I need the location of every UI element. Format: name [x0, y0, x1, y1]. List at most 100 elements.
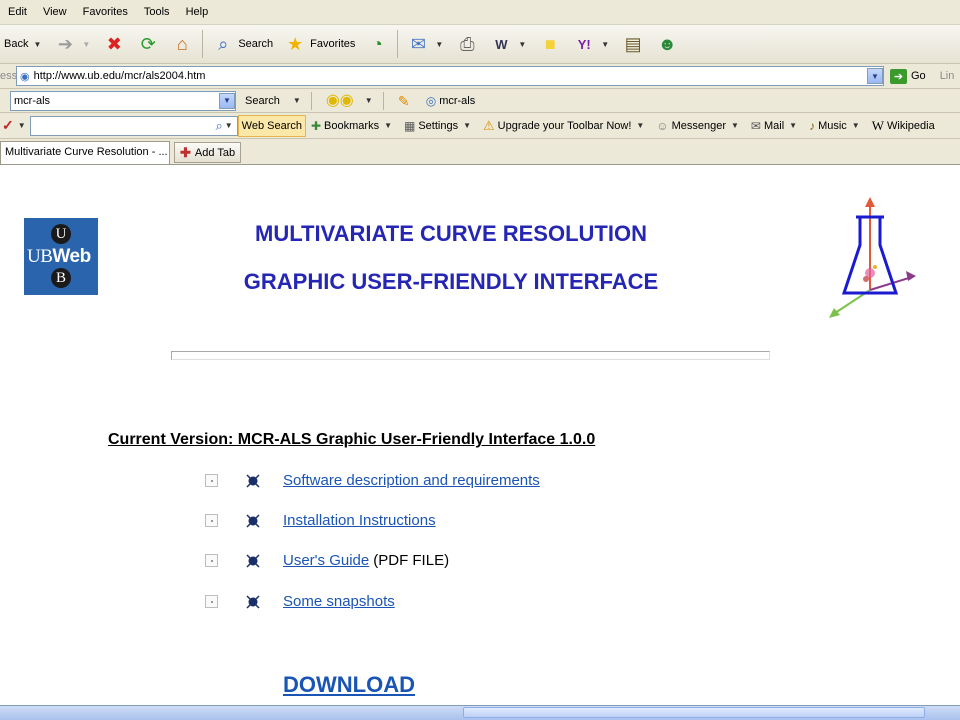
star-icon: ★ — [287, 34, 304, 54]
upgrade-toolbar-button[interactable]: ⚠ Upgrade your Toolbar Now! ▼ — [478, 118, 651, 134]
software-description-link[interactable]: Software description and requirements — [283, 472, 540, 489]
printer-icon: ⎙ — [460, 34, 475, 54]
history-button[interactable]: ◔ — [360, 28, 394, 60]
checkbox-icon — [205, 474, 218, 487]
messenger-button[interactable]: ☻ — [650, 28, 684, 60]
plus-icon: ✚ — [180, 144, 191, 160]
pdf-file-note: (PDF FILE) — [373, 552, 450, 569]
scrollbar-thumb[interactable] — [463, 707, 925, 718]
menu-edit[interactable]: Edit — [0, 6, 35, 18]
page-title-line1: MULTIVARIATE CURVE RESOLUTION — [255, 221, 647, 246]
address-dropdown-icon[interactable]: ▼ — [867, 68, 883, 84]
go-button[interactable]: ➔ Go — [884, 68, 932, 84]
notes-button[interactable]: ■ — [533, 28, 567, 60]
current-version-heading: Current Version: MCR-ALS Graphic User-Fr… — [108, 431, 596, 448]
stop-button[interactable]: ✖ — [97, 28, 131, 60]
bookmarks-label: Bookmarks — [324, 119, 380, 132]
yahoo-icon: Y! — [577, 36, 591, 52]
bug-bullet-icon — [246, 513, 260, 528]
research-icon: ▤ — [624, 34, 642, 54]
favorites-button[interactable]: ★ Favorites — [278, 28, 360, 60]
checkbox-icon — [205, 514, 218, 527]
music-button[interactable]: ♪ Music ▼ — [804, 119, 867, 133]
mail-button[interactable]: ✉ ▼ — [401, 28, 450, 60]
menu-help[interactable]: Help — [178, 6, 217, 18]
back-label: Back — [4, 38, 29, 50]
google-search-dropdown-icon[interactable]: ▼ — [291, 96, 303, 105]
yahoo-button[interactable]: Y! ▼ — [567, 28, 616, 60]
installation-instructions-link[interactable]: Installation Instructions — [283, 512, 436, 529]
print-button[interactable]: ⎙ — [450, 28, 484, 60]
tab-active[interactable]: Multivariate Curve Resolution - ... — [0, 141, 170, 164]
users-guide-link[interactable]: User's Guide — [283, 552, 369, 569]
upgrade-dropdown-icon[interactable]: ▼ — [634, 121, 646, 130]
menu-tools[interactable]: Tools — [136, 6, 178, 18]
yahoo-check-icon[interactable]: ✓ — [0, 117, 16, 134]
menu-view[interactable]: View — [35, 6, 75, 18]
messenger-menu-button[interactable]: ☺ Messenger ▼ — [651, 119, 746, 133]
note-icon: ■ — [544, 34, 556, 54]
messenger-icon: ☻ — [657, 34, 677, 54]
tab-title: Multivariate Curve Resolution - ... — [5, 146, 168, 158]
home-button[interactable]: ⌂ — [165, 28, 199, 60]
eyes-icon: ◉◉ — [325, 91, 354, 109]
horizontal-rule — [171, 351, 770, 360]
google-term-button[interactable]: ◎ mcr-als — [421, 90, 481, 112]
highlight-button[interactable]: ✎ — [387, 90, 421, 112]
web-search-button[interactable]: Web Search — [237, 114, 306, 137]
bug-bullet-icon — [246, 473, 260, 488]
home-icon: ⌂ — [176, 34, 188, 54]
menu-favorites[interactable]: Favorites — [75, 6, 136, 18]
go-arrow-icon: ➔ — [890, 68, 907, 84]
messenger-dropdown-icon[interactable]: ▼ — [729, 121, 741, 130]
links-label[interactable]: Lin — [932, 70, 955, 82]
mail-dropdown-icon[interactable]: ▼ — [433, 40, 445, 49]
mail-menu-dropdown-icon[interactable]: ▼ — [787, 121, 799, 130]
settings-button[interactable]: ▦ Settings ▼ — [399, 119, 478, 133]
wikipedia-label: Wikipedia — [887, 119, 935, 132]
list-item: Installation Instructions — [205, 512, 436, 529]
google-dropdown-icon[interactable]: ▼ — [219, 92, 235, 109]
edit-dropdown-icon[interactable]: ▼ — [516, 40, 528, 49]
bookmarks-dropdown-icon[interactable]: ▼ — [382, 121, 394, 130]
add-tab-button[interactable]: ✚ Add Tab — [174, 142, 242, 163]
yahoo-dropdown-icon[interactable]: ▼ — [599, 40, 611, 49]
word-icon: W — [495, 36, 508, 52]
search-icon: ⌕ — [218, 34, 229, 54]
bug-bullet-icon — [246, 594, 260, 609]
address-input[interactable]: ◉ http://www.ub.edu/mcr/als2004.htm ▼ — [16, 66, 884, 86]
snapshots-link[interactable]: Some snapshots — [283, 593, 395, 610]
wikipedia-w-icon: W — [871, 117, 884, 133]
yahoo-search-input[interactable]: ⌕ ▼ — [29, 115, 238, 136]
settings-dropdown-icon[interactable]: ▼ — [461, 121, 473, 130]
google-query: mcr-als — [14, 94, 51, 107]
edit-button[interactable]: W ▼ — [484, 28, 533, 60]
research-button[interactable]: ▤ — [616, 28, 650, 60]
search-button[interactable]: ⌕ Search — [206, 28, 278, 60]
flask-axes-logo — [829, 197, 916, 318]
yahoo-input-dropdown-icon[interactable]: ▼ — [223, 121, 235, 130]
forward-button[interactable]: ➔ ▼ — [48, 28, 97, 60]
refresh-button[interactable]: ⟳ — [131, 28, 165, 60]
google-search-input[interactable]: mcr-als ▼ — [10, 90, 236, 111]
yahoo-toolbar: ✓ ▼ ⌕ ▼ Web Search ✚ Bookmarks ▼ ▦ Setti… — [0, 113, 960, 139]
mail-menu-button[interactable]: ✉ Mail ▼ — [746, 119, 804, 133]
google-eyes-button[interactable]: ◉◉ ▼ — [315, 90, 380, 112]
music-label: Music — [818, 119, 847, 132]
wikipedia-button[interactable]: W Wikipedia — [867, 118, 940, 134]
term-search-icon: ◎ — [425, 93, 437, 108]
bookmarks-button[interactable]: ✚ Bookmarks ▼ — [306, 119, 399, 133]
address-bar: ess ◉ http://www.ub.edu/mcr/als2004.htm … — [0, 64, 960, 89]
download-link[interactable]: DOWNLOAD — [283, 672, 415, 698]
forward-dropdown-icon[interactable]: ▼ — [80, 40, 92, 49]
yahoo-menu-dropdown-icon[interactable]: ▼ — [16, 121, 28, 130]
warning-icon: ⚠ — [483, 117, 495, 133]
back-button[interactable]: Back ▼ — [0, 28, 48, 60]
eyes-dropdown-icon[interactable]: ▼ — [363, 96, 375, 105]
back-dropdown-icon[interactable]: ▼ — [31, 40, 43, 49]
music-dropdown-icon[interactable]: ▼ — [850, 121, 862, 130]
envelope-icon: ✉ — [750, 118, 761, 133]
add-tab-label: Add Tab — [194, 146, 236, 159]
google-search-button[interactable]: Search ▼ — [240, 90, 308, 112]
page-content: U UBWeb B MULTIVARIATE CURVE RESOLUTION … — [0, 165, 960, 705]
